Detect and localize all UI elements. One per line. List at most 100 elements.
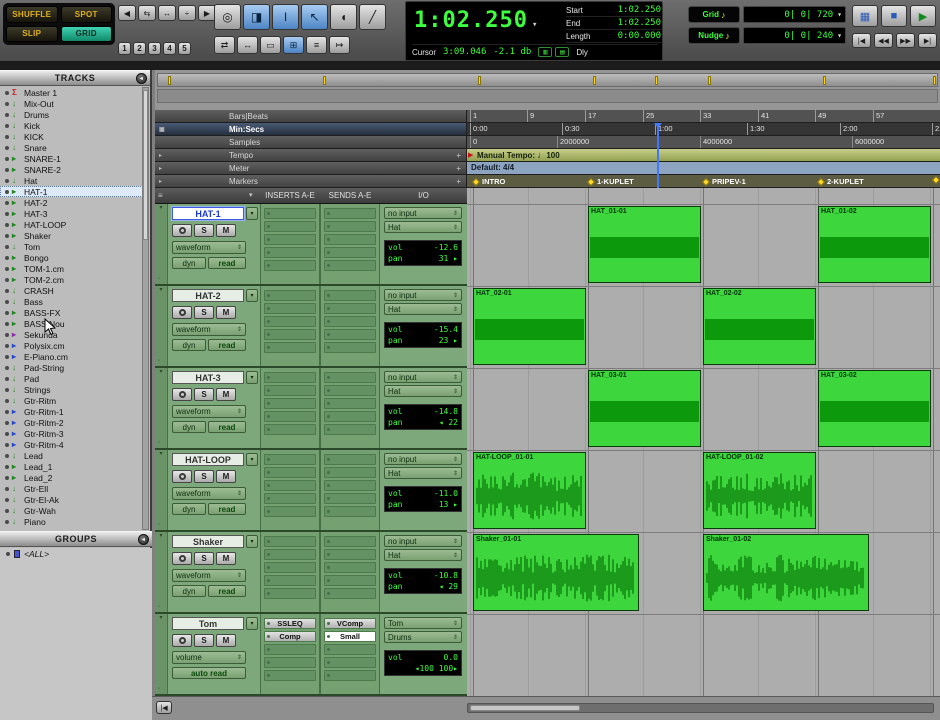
mute-button[interactable]: M <box>216 224 236 237</box>
mode-grid-button[interactable]: GRID <box>61 26 113 43</box>
return-to-zero-button[interactable]: |◀ <box>852 33 871 48</box>
send-empty-slot[interactable] <box>324 234 376 245</box>
track-list-item[interactable]: ↓ Kick <box>0 120 143 131</box>
track-show-dot[interactable] <box>5 256 9 260</box>
track-list-item[interactable]: ▸ TOM-2.cm <box>0 274 143 285</box>
marker-diamond-icon[interactable] <box>817 177 825 185</box>
zoom-preset-3-button[interactable]: 3 <box>148 42 161 55</box>
track-list-item[interactable]: Σ Master 1 <box>0 87 143 98</box>
edit-selection-icon[interactable]: ↦ <box>329 36 350 54</box>
insert-empty-slot[interactable] <box>264 424 316 435</box>
send-Small[interactable]: Small <box>324 631 376 642</box>
selector-tool[interactable]: I <box>272 4 299 30</box>
solo-button[interactable]: S <box>194 388 214 401</box>
playlist-selector-button[interactable]: ▾ <box>246 453 258 466</box>
track-show-dot[interactable] <box>5 267 9 271</box>
tracks-collapse-icon[interactable]: ◂ <box>136 73 147 84</box>
input-selector[interactable]: Tom⇕ <box>384 617 462 629</box>
track-list-item[interactable]: ▸ Sekunda <box>0 329 143 340</box>
send-empty-slot[interactable] <box>324 260 376 271</box>
send-empty-slot[interactable] <box>324 575 376 586</box>
send-empty-slot[interactable] <box>324 303 376 314</box>
track-resize-rail[interactable]: ▾◦ <box>155 614 168 694</box>
track-view-selector[interactable]: waveform⇕ <box>172 405 246 418</box>
track-view-selector[interactable]: waveform⇕ <box>172 487 246 500</box>
expand-icon[interactable]: ▸ <box>159 178 162 185</box>
stop-button[interactable]: ■ <box>881 5 907 27</box>
track-view-selector[interactable]: volume⇕ <box>172 651 246 664</box>
track-list-item[interactable]: ↓ Gtr-Wah <box>0 505 143 516</box>
track-list-item[interactable]: ▸ Lead_1 <box>0 461 143 472</box>
send-empty-slot[interactable] <box>324 493 376 504</box>
insert-empty-slot[interactable] <box>264 342 316 353</box>
zoom-waveform-down-icon[interactable]: ⇆ <box>138 5 156 21</box>
track-name-box[interactable]: HAT-2 <box>172 289 244 302</box>
record-enable-button[interactable] <box>172 552 192 565</box>
track-list-item[interactable]: ▸ HAT-LOOP <box>0 219 143 230</box>
track-show-dot[interactable] <box>5 223 9 227</box>
mirror-midi-icon[interactable]: ≡ <box>306 36 327 54</box>
track-show-dot[interactable] <box>5 91 9 95</box>
track-list-item[interactable]: ▸ Lead_2 <box>0 472 143 483</box>
send-empty-slot[interactable] <box>324 372 376 383</box>
mode-shuffle-button[interactable]: SHUFFLE <box>6 6 58 23</box>
track-list-item[interactable]: ▸ HAT-2 <box>0 197 143 208</box>
marker[interactable]: 1-KUPLET <box>588 177 634 186</box>
mute-button[interactable]: M <box>216 470 236 483</box>
edit-canvas[interactable]: HAT_01-01 HAT_01-02 HAT_02-01 HAT_02-02 … <box>467 188 940 700</box>
automation-mode-button[interactable]: read <box>208 257 246 269</box>
marker-diamond-icon[interactable] <box>587 177 595 185</box>
insert-empty-slot[interactable] <box>264 398 316 409</box>
zoom-vertical-icon[interactable]: ÷ <box>178 5 196 21</box>
track-list-item[interactable]: ▸ Gtr-Ritm-2 <box>0 417 143 428</box>
horizontal-scrollbar[interactable] <box>467 703 934 713</box>
input-selector[interactable]: no input⇕ <box>384 535 462 547</box>
playlist-selector-button[interactable]: ▾ <box>246 371 258 384</box>
insert-empty-slot[interactable] <box>264 329 316 340</box>
send-VComp[interactable]: VComp <box>324 618 376 629</box>
audio-clip[interactable]: HAT_02-01 <box>473 288 586 365</box>
send-empty-slot[interactable] <box>324 644 376 655</box>
send-empty-slot[interactable] <box>324 398 376 409</box>
insert-empty-slot[interactable] <box>264 247 316 258</box>
track-list-item[interactable]: ▸ TOM-1.cm <box>0 263 143 274</box>
track-name-box[interactable]: Tom <box>172 617 244 630</box>
length-value[interactable]: 0:00.000 <box>618 31 661 41</box>
track-resize-rail[interactable]: ▾◦ <box>155 368 168 448</box>
track-view-selector[interactable]: waveform⇕ <box>172 323 246 336</box>
track-show-dot[interactable] <box>5 245 9 249</box>
track-show-dot[interactable] <box>5 322 9 326</box>
track-name-box[interactable]: Shaker <box>172 535 244 548</box>
track-show-dot[interactable] <box>5 344 9 348</box>
track-options-icon[interactable]: ≡ <box>158 191 163 200</box>
track-show-dot[interactable] <box>5 234 9 238</box>
zoom-out-horizontal-icon[interactable]: ◀ <box>118 5 136 21</box>
ruler-markers[interactable]: ▸Markers+ INTRO 1-KUPLET PRIPEV-1 2-KUPL… <box>155 175 940 188</box>
solo-button[interactable]: S <box>194 306 214 319</box>
track-list-item[interactable]: ↓ Lead <box>0 450 143 461</box>
track-list-item[interactable]: ↓ Bass <box>0 296 143 307</box>
send-empty-slot[interactable] <box>324 385 376 396</box>
send-empty-slot[interactable] <box>324 316 376 327</box>
insert-empty-slot[interactable] <box>264 454 316 465</box>
insert-empty-slot[interactable] <box>264 221 316 232</box>
groups-panel-header[interactable]: GROUPS ◂ <box>0 531 152 547</box>
playlist-selector-button[interactable]: ▾ <box>246 289 258 302</box>
sort-dropdown-icon[interactable]: ▾ <box>249 191 253 199</box>
input-selector[interactable]: no input⇕ <box>384 207 462 219</box>
record-enable-button[interactable] <box>172 634 192 647</box>
output-selector[interactable]: Hat⇕ <box>384 221 462 233</box>
playlist-selector-button[interactable]: ▾ <box>246 617 258 630</box>
insert-empty-slot[interactable] <box>264 536 316 547</box>
audio-clip[interactable]: HAT_01-01 <box>588 206 701 283</box>
voice-selector-icon[interactable]: ◦ <box>158 358 160 364</box>
automation-mode-button[interactable]: read <box>208 339 246 351</box>
track-show-dot[interactable] <box>5 300 9 304</box>
pre-roll-icon[interactable]: ▥ <box>538 47 552 57</box>
mode-spot-button[interactable]: SPOT <box>61 6 113 23</box>
send-empty-slot[interactable] <box>324 247 376 258</box>
track-show-dot[interactable] <box>5 388 9 392</box>
mode-slip-button[interactable]: SLIP <box>6 26 58 43</box>
group-dot[interactable] <box>6 552 10 556</box>
track-show-dot[interactable] <box>5 443 9 447</box>
